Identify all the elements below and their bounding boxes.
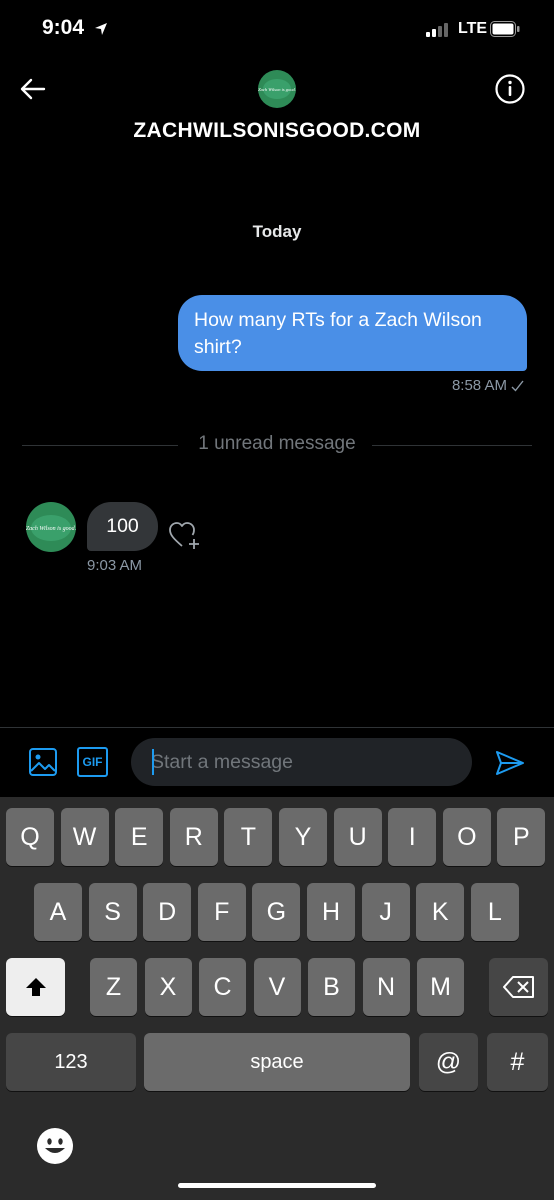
key-k[interactable]: K bbox=[416, 883, 465, 941]
key-h[interactable]: H bbox=[307, 883, 355, 941]
network-label: LTE bbox=[458, 20, 488, 37]
status-time: 9:04 bbox=[42, 16, 85, 39]
space-key[interactable]: space bbox=[144, 1033, 410, 1091]
back-arrow-icon[interactable] bbox=[18, 74, 48, 104]
sent-message-meta: 8:58 AM bbox=[452, 377, 524, 394]
unread-divider-right bbox=[372, 445, 532, 446]
key-b[interactable]: B bbox=[308, 958, 355, 1016]
battery-icon bbox=[490, 21, 520, 37]
text-caret bbox=[152, 749, 154, 775]
key-q[interactable]: Q bbox=[6, 808, 54, 866]
key-n[interactable]: N bbox=[362, 958, 410, 1016]
key-r[interactable]: R bbox=[169, 808, 218, 866]
key-y[interactable]: Y bbox=[279, 808, 327, 866]
key-x[interactable]: X bbox=[144, 958, 192, 1016]
composer-divider bbox=[0, 727, 554, 728]
sent-message-bubble[interactable]: How many RTs for a Zach Wilson shirt? bbox=[178, 295, 527, 371]
delete-key[interactable] bbox=[489, 958, 548, 1016]
key-j[interactable]: J bbox=[361, 883, 410, 941]
key-m[interactable]: M bbox=[417, 958, 464, 1016]
unread-label: 1 unread message bbox=[198, 433, 356, 454]
key-v[interactable]: V bbox=[253, 958, 301, 1016]
location-arrow-icon bbox=[95, 23, 107, 35]
date-separator: Today bbox=[252, 222, 302, 241]
key-g[interactable]: G bbox=[252, 883, 301, 941]
gif-icon[interactable]: GIF bbox=[77, 747, 108, 777]
signal-bars-icon bbox=[426, 23, 448, 37]
image-icon[interactable] bbox=[28, 747, 58, 777]
conversation-avatar[interactable]: Zach Wilson is good. bbox=[258, 70, 296, 108]
key-o[interactable]: O bbox=[442, 808, 491, 866]
key-z[interactable]: Z bbox=[90, 958, 137, 1016]
key-u[interactable]: U bbox=[333, 808, 382, 866]
home-indicator bbox=[178, 1183, 376, 1188]
conversation-title[interactable]: ZACHWILSONISGOOD.COM bbox=[0, 119, 554, 143]
key-e[interactable]: E bbox=[115, 808, 164, 866]
check-icon bbox=[511, 380, 524, 392]
svg-text:Zach Wilson is good.: Zach Wilson is good. bbox=[26, 526, 76, 532]
sent-message-time: 8:58 AM bbox=[451, 377, 507, 394]
key-p[interactable]: P bbox=[497, 808, 546, 866]
received-message-bubble[interactable]: 100 bbox=[87, 502, 158, 551]
key-c[interactable]: C bbox=[199, 958, 246, 1016]
send-icon[interactable] bbox=[494, 749, 526, 777]
svg-text:Zach Wilson is good.: Zach Wilson is good. bbox=[258, 87, 296, 92]
received-message-time: 9:03 AM bbox=[87, 557, 143, 574]
key-a[interactable]: A bbox=[34, 883, 82, 941]
key-f[interactable]: F bbox=[197, 883, 246, 941]
key-l[interactable]: L bbox=[470, 883, 519, 941]
shift-key[interactable] bbox=[6, 958, 65, 1016]
key-w[interactable]: W bbox=[60, 808, 109, 866]
sender-avatar[interactable]: Zach Wilson is good. bbox=[26, 502, 76, 552]
at-key[interactable]: @ bbox=[419, 1033, 478, 1091]
key-t[interactable]: T bbox=[224, 808, 273, 866]
keyboard: QWERTYUIOP ASDFGHJKL ZXCVBNM 123 space @… bbox=[0, 797, 554, 1200]
backspace-icon bbox=[502, 976, 534, 998]
emoji-icon[interactable] bbox=[36, 1127, 74, 1165]
shift-icon bbox=[25, 978, 46, 996]
gif-label: GIF bbox=[82, 755, 103, 769]
message-input[interactable] bbox=[131, 738, 472, 786]
key-d[interactable]: D bbox=[143, 883, 192, 941]
hash-key[interactable]: # bbox=[487, 1033, 548, 1091]
key-i[interactable]: I bbox=[388, 808, 437, 866]
heart-add-icon[interactable] bbox=[168, 520, 202, 550]
key-s[interactable]: S bbox=[88, 883, 137, 941]
numbers-key[interactable]: 123 bbox=[6, 1033, 136, 1091]
info-icon[interactable] bbox=[494, 73, 526, 105]
